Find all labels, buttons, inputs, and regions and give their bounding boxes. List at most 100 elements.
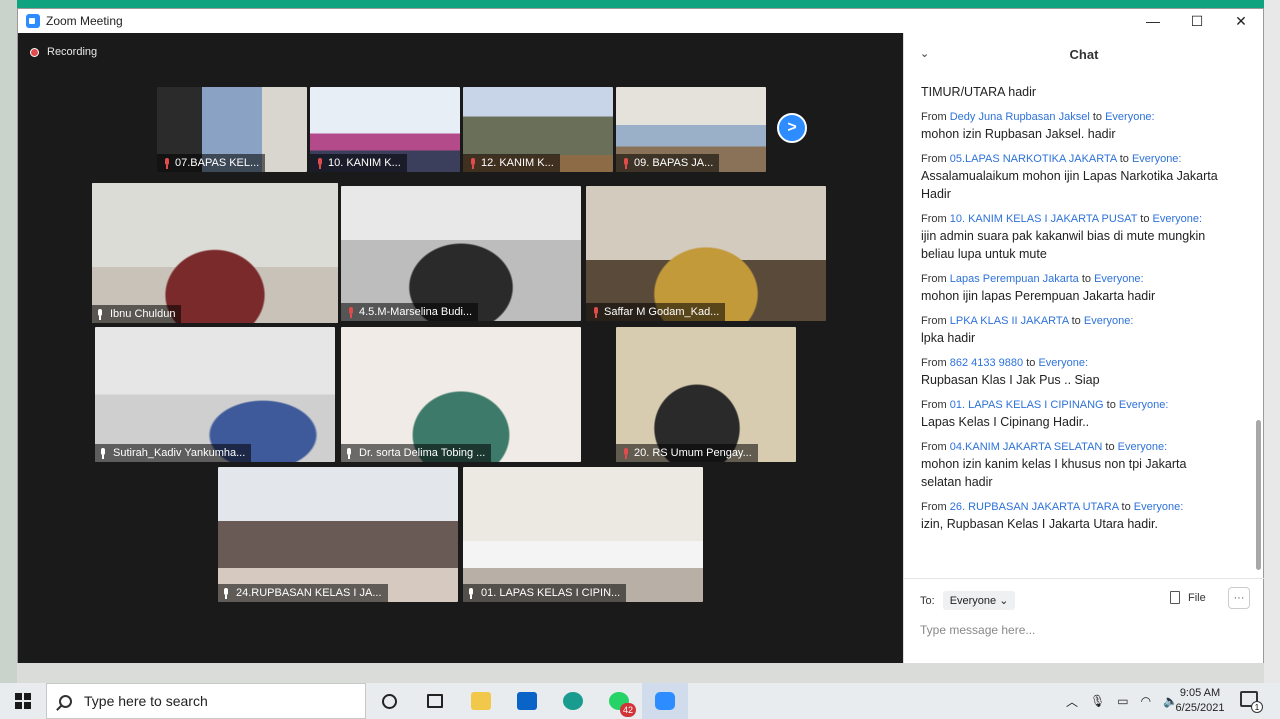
desktop-background-left	[0, 0, 17, 685]
participant-name: 07.BAPAS KEL...	[175, 157, 260, 169]
chat-recipient[interactable]: Everyone:	[1105, 111, 1155, 123]
wifi-icon[interactable]: ◠	[1141, 694, 1151, 708]
next-page-button[interactable]: >	[777, 113, 807, 143]
cortana-icon[interactable]	[366, 683, 412, 719]
video-tile[interactable]: 4.5.M-Marselina Budi...	[341, 186, 581, 321]
chat-recipient[interactable]: Everyone:	[1084, 315, 1134, 327]
notification-count: 1	[1251, 701, 1263, 713]
chat-scrollbar[interactable]	[1255, 75, 1261, 575]
whatsapp-icon[interactable]: 42	[596, 683, 642, 719]
chat-message-text: TIMUR/UTARA hadir	[921, 85, 1037, 99]
chat-message-meta: From Dedy Juna Rupbasan Jaksel to Everyo…	[921, 111, 1155, 123]
chat-message: From 26. RUPBASAN JAKARTA UTARA to Every…	[921, 500, 1221, 533]
participant-name: Dr. sorta Delima Tobing ...	[359, 447, 486, 459]
title-bar[interactable]: Zoom Meeting — ☐ ✕	[18, 9, 1263, 33]
minimize-button[interactable]: —	[1131, 9, 1175, 33]
chat-sender[interactable]: Lapas Perempuan Jakarta	[950, 273, 1079, 285]
chat-message-text: Lapas Kelas I Cipinang Hadir..	[921, 415, 1090, 429]
battery-icon[interactable]: ▭	[1117, 694, 1128, 708]
chat-sender[interactable]: 01. LAPAS KELAS I CIPINANG	[950, 399, 1104, 411]
chat-messages[interactable]: TIMUR/UTARA hadir From Dedy Juna Rupbasa…	[904, 75, 1256, 575]
mic-icon	[345, 447, 353, 459]
chat-message: From LPKA KLAS II JAKARTA to Everyone: lp…	[921, 314, 1221, 347]
zoom-window: Zoom Meeting — ☐ ✕ Recording 07.BAPAS KE…	[17, 8, 1264, 663]
chat-recipient[interactable]: Everyone:	[1038, 357, 1088, 369]
chat-sender[interactable]: 05.LAPAS NARKOTIKA JAKARTA	[950, 153, 1117, 165]
edge-browser-icon[interactable]	[550, 683, 596, 719]
chat-message: From 10. KANIM KELAS I JAKARTA PUSAT to …	[921, 212, 1221, 263]
chat-message-text: Assalamualaikum mohon ijin Lapas Narkoti…	[921, 169, 1218, 201]
chat-sender[interactable]: LPKA KLAS II JAKARTA	[950, 315, 1069, 327]
chat-message-text: mohon izin kanim kelas I khusus non tpi …	[921, 457, 1187, 489]
chat-message-meta: From Lapas Perempuan Jakarta to Everyone…	[921, 273, 1144, 285]
mic-muted-icon	[161, 157, 169, 169]
chat-sender[interactable]: 26. RUPBASAN JAKARTA UTARA	[950, 501, 1119, 513]
chat-sender[interactable]: 04.KANIM JAKARTA SELATAN	[950, 441, 1103, 453]
task-view-icon[interactable]	[412, 683, 458, 719]
chat-recipient[interactable]: Everyone:	[1119, 399, 1169, 411]
mic-icon	[467, 587, 475, 599]
chat-message: From 05.LAPAS NARKOTIKA JAKARTA to Every…	[921, 152, 1221, 203]
chat-message: From Dedy Juna Rupbasan Jaksel to Everyo…	[921, 110, 1221, 143]
message-input[interactable]: Type message here...	[920, 623, 1240, 637]
start-button[interactable]	[0, 683, 46, 719]
recipient-dropdown[interactable]: Everyone ⌄	[942, 591, 1016, 610]
mail-icon[interactable]	[504, 683, 550, 719]
chat-recipient[interactable]: Everyone:	[1134, 501, 1184, 513]
video-tile[interactable]: 12. KANIM K...	[463, 87, 613, 172]
chat-scrollbar-thumb[interactable]	[1256, 420, 1261, 570]
video-tile[interactable]: Saffar M Godam_Kad...	[586, 186, 826, 321]
chat-message: From 01. LAPAS KELAS I CIPINANG to Every…	[921, 398, 1221, 431]
participant-name: Ibnu Chuldun	[110, 308, 176, 320]
video-tile[interactable]: 20. RS Umum Pengay...	[616, 327, 796, 462]
mic-muted-icon	[345, 306, 353, 318]
file-button[interactable]: File	[1170, 591, 1206, 604]
chat-message-meta: From 10. KANIM KELAS I JAKARTA PUSAT to …	[921, 213, 1203, 225]
chat-message-text: Rupbasan Klas I Jak Pus .. Siap	[921, 373, 1100, 387]
chat-title: Chat	[1069, 46, 1099, 62]
video-tile[interactable]: 09. BAPAS JA...	[616, 87, 766, 172]
chat-message-text: lpka hadir	[921, 331, 976, 345]
file-explorer-icon[interactable]	[458, 683, 504, 719]
windows-logo-icon	[15, 693, 31, 709]
chat-message-meta: From 26. RUPBASAN JAKARTA UTARA to Every…	[921, 501, 1184, 513]
more-options-button[interactable]: ···	[1228, 587, 1250, 609]
chat-sender[interactable]: 862 4133 9880	[950, 357, 1023, 369]
chat-recipient[interactable]: Everyone:	[1094, 273, 1144, 285]
chat-message-text: mohon izin Rupbasan Jaksel. hadir	[921, 127, 1116, 141]
video-tile[interactable]: Dr. sorta Delima Tobing ...	[341, 327, 581, 462]
chevron-down-icon[interactable]: ⌄	[920, 47, 929, 60]
chevron-up-icon[interactable]: ︿	[1066, 693, 1078, 710]
video-tile-active-speaker[interactable]: Ibnu Chuldun	[92, 183, 338, 323]
chat-recipient[interactable]: Everyone:	[1132, 153, 1182, 165]
taskbar-search[interactable]: Type here to search	[46, 683, 366, 719]
participant-name: 24.RUPBASAN KELAS I JA...	[236, 587, 382, 599]
zoom-taskbar-icon[interactable]	[642, 683, 688, 719]
participant-name: 01. LAPAS KELAS I CIPIN...	[481, 587, 621, 599]
video-tile[interactable]: 10. KANIM K...	[310, 87, 460, 172]
microphone-icon[interactable]: 🎙	[1090, 694, 1105, 708]
chat-message-text: mohon ijin lapas Perempuan Jakarta hadir	[921, 289, 1156, 303]
chat-sender[interactable]: 10. KANIM KELAS I JAKARTA PUSAT	[950, 213, 1137, 225]
maximize-button[interactable]: ☐	[1175, 9, 1219, 33]
recording-label: Recording	[47, 46, 98, 58]
chat-recipient[interactable]: Everyone:	[1153, 213, 1203, 225]
zoom-app-icon	[26, 14, 40, 28]
participant-name: 10. KANIM K...	[328, 157, 401, 169]
chat-message-text: ijin admin suara pak kakanwil bias di mu…	[921, 229, 1206, 261]
chat-panel: ⌄ Chat TIMUR/UTARA hadir From Dedy Juna …	[903, 33, 1264, 663]
taskbar-clock[interactable]: 9:05 AM 6/25/2021	[1170, 686, 1230, 716]
recording-indicator[interactable]: Recording	[30, 46, 97, 58]
close-button[interactable]: ✕	[1219, 9, 1263, 33]
video-tile[interactable]: 07.BAPAS KEL...	[157, 87, 307, 172]
video-tile[interactable]: 24.RUPBASAN KELAS I JA...	[218, 467, 458, 602]
video-tile[interactable]: 01. LAPAS KELAS I CIPIN...	[463, 467, 703, 602]
chat-recipient[interactable]: Everyone:	[1118, 441, 1168, 453]
mic-icon	[222, 587, 230, 599]
recording-icon	[30, 47, 39, 57]
chat-sender[interactable]: Dedy Juna Rupbasan Jaksel	[950, 111, 1090, 123]
chat-message-meta: From 04.KANIM JAKARTA SELATAN to Everyon…	[921, 441, 1168, 453]
file-icon	[1170, 591, 1180, 604]
video-gallery: Recording 07.BAPAS KEL... 10. KANIM K...…	[18, 33, 903, 663]
video-tile[interactable]: Sutirah_Kadiv Yankumha...	[95, 327, 335, 462]
